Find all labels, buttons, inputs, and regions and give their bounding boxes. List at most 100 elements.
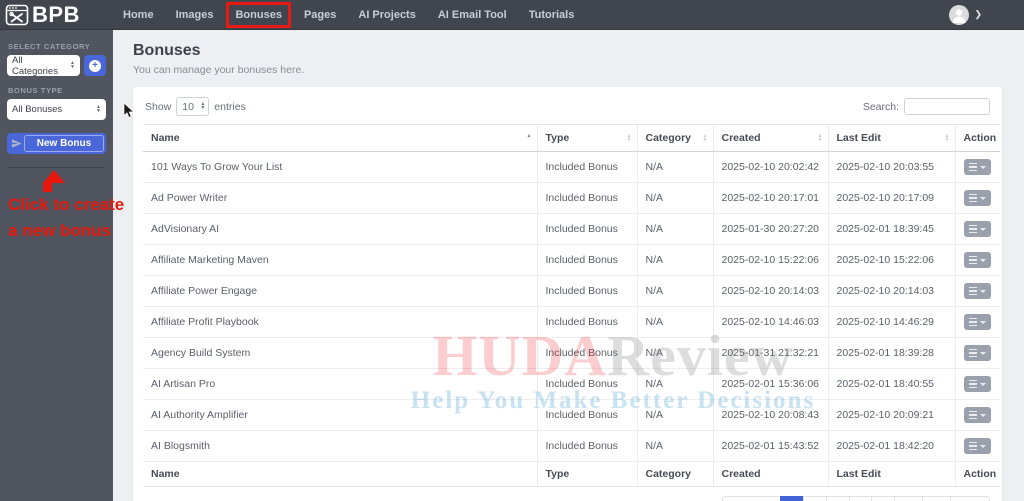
row-action-menu-button[interactable] (963, 221, 991, 237)
menu-icon (968, 441, 977, 451)
nav-item-ai-email-tool[interactable]: AI Email Tool (427, 5, 518, 25)
cell-name: 101 Ways To Grow Your List (143, 151, 537, 183)
cell-name: AI Artisan Pro (143, 368, 537, 400)
select-caret-icon: ▲ ▼ (96, 104, 101, 114)
pagination-page-1[interactable]: 1 (780, 496, 804, 501)
pagination-page-4[interactable]: 4 (848, 496, 873, 501)
row-action-menu-button[interactable] (963, 376, 991, 392)
column-header-name[interactable]: Name▲▼ (143, 124, 537, 152)
nav-item-pages[interactable]: Pages (293, 5, 347, 25)
menu-icon (968, 193, 977, 203)
nav-item-ai-projects[interactable]: AI Projects (347, 5, 426, 25)
row-action-menu-button[interactable] (963, 190, 991, 206)
new-bonus-button[interactable]: New Bonus (24, 135, 104, 152)
table-row: AdVisionary AI Included Bonus N/A 2025-01-3… (143, 213, 1000, 245)
table-row: AI Blogsmith Included Bonus N/A 2025-02-01 … (143, 430, 1000, 462)
cell-type: Included Bonus (536, 151, 637, 183)
cell-action (954, 399, 1000, 431)
row-action-menu-button[interactable] (963, 283, 991, 299)
menu-icon (968, 379, 977, 389)
caret-down-icon (979, 165, 986, 169)
bonus-type-select-value: All Bonuses (12, 104, 63, 115)
menu-icon (968, 286, 977, 296)
column-header-category[interactable]: Category ▲ ▼ (636, 124, 713, 152)
pagination: Previous12345…12Next (722, 496, 990, 501)
cell-last_edit: 2025-02-10 14:46:29 (827, 306, 955, 338)
add-category-button[interactable]: + (84, 55, 106, 76)
caret-down-icon (979, 196, 986, 200)
cell-category: N/A (636, 151, 713, 183)
chevron-right-icon[interactable]: ❯ (974, 9, 982, 20)
column-header-type[interactable]: Type ▲ ▼ (536, 124, 637, 152)
table-header: Name▲▼Type▲▼Category▲▼Created▲▼Last Edit… (143, 124, 1000, 152)
row-action-menu-button[interactable] (963, 345, 991, 361)
pagination-page-3[interactable]: 3 (825, 496, 850, 501)
cell-type: Included Bonus (536, 368, 637, 400)
plus-icon: + (89, 59, 101, 72)
cell-type: Included Bonus (536, 244, 637, 276)
cell-last_edit: 2025-02-10 20:03:55 (827, 151, 955, 183)
cell-category: N/A (636, 213, 713, 245)
pagination-page-5[interactable]: 5 (871, 496, 896, 501)
column-header-created[interactable]: Created ▲ ▼ (712, 124, 828, 152)
cell-name: AI Blogsmith (143, 430, 537, 462)
cell-last_edit: 2025-02-01 18:40:55 (827, 368, 955, 400)
table-row: Affiliate Power Engage Included Bonus N/A 2… (143, 275, 1000, 307)
nav-item-tutorials[interactable]: Tutorials (518, 5, 586, 25)
cell-action (954, 151, 1000, 183)
caret-down-icon (979, 351, 986, 355)
row-action-menu-button[interactable] (963, 252, 991, 268)
page-size-value: 10 (182, 100, 194, 113)
page-size-select[interactable]: 10 ▲ ▼ (176, 97, 210, 116)
pagination-page-12[interactable]: 12 (921, 496, 952, 501)
sidebar: SELECT CATEGORY All Categories ▲ ▼ + BONU… (0, 30, 124, 501)
row-action-menu-button[interactable] (963, 159, 991, 175)
category-select[interactable]: All Categories ▲ ▼ (7, 54, 80, 77)
cell-category: N/A (636, 399, 713, 431)
nav-item-images[interactable]: Images (165, 5, 225, 25)
nav-item-bonuses[interactable]: Bonuses (226, 1, 291, 28)
row-action-menu-button[interactable] (963, 314, 991, 330)
pagination-next[interactable]: Next (950, 496, 990, 501)
select-caret-icon: ▲ ▼ (70, 60, 75, 70)
pagination-ellipsis[interactable]: … (894, 496, 923, 501)
sort-icon: ▲▼ (626, 133, 632, 143)
row-action-menu-button[interactable] (963, 438, 991, 454)
column-header-action: Action (954, 124, 1000, 152)
table-body: 101 Ways To Grow Your List Included Bonus… (143, 151, 1000, 462)
cell-category: N/A (636, 275, 713, 307)
bonus-type-select[interactable]: All Bonuses ▲ ▼ (7, 99, 106, 120)
cell-action (954, 213, 1000, 245)
sidebar-divider (8, 167, 105, 168)
bonus-type-label: BONUS TYPE (8, 86, 63, 95)
pagination-page-2[interactable]: 2 (802, 496, 827, 501)
table-row: Ad Power Writer Included Bonus N/A 2025-02-… (143, 182, 1000, 214)
footer-header-type: Type (536, 461, 637, 487)
pagination-previous[interactable]: Previous (722, 496, 781, 501)
cell-created: 2025-01-30 20:27:20 (712, 213, 828, 245)
footer-header-created: Created (712, 461, 828, 487)
nav-right: ❯ (949, 4, 982, 25)
bpb-logo-icon (5, 4, 29, 26)
new-bonus-row: New Bonus (7, 133, 106, 154)
user-avatar[interactable] (949, 4, 970, 25)
row-action-menu-button[interactable] (963, 407, 991, 423)
column-header-last-edit[interactable]: Last Edit ▲ ▼ (827, 124, 955, 152)
search-input[interactable] (904, 98, 990, 115)
table-footer-header: Name Type Category Created Last Edit Action (143, 461, 1000, 487)
cell-action (954, 368, 1000, 400)
cell-action (954, 244, 1000, 276)
menu-icon (968, 317, 977, 327)
footer-header-last-edit: Last Edit (827, 461, 955, 487)
cell-last_edit: 2025-02-01 18:42:20 (827, 430, 955, 462)
caret-down-icon (979, 289, 986, 293)
nav-item-home[interactable]: Home (112, 5, 165, 25)
category-label: SELECT CATEGORY (8, 42, 91, 51)
cell-created: 2025-02-01 15:43:52 (712, 430, 828, 462)
footer-header-category: Category (636, 461, 713, 487)
category-select-value: All Categories (12, 54, 58, 77)
menu-icon (968, 224, 977, 234)
cell-category: N/A (636, 182, 713, 214)
brand[interactable]: BPB (0, 3, 112, 26)
cell-created: 2025-02-10 20:02:42 (712, 151, 828, 183)
